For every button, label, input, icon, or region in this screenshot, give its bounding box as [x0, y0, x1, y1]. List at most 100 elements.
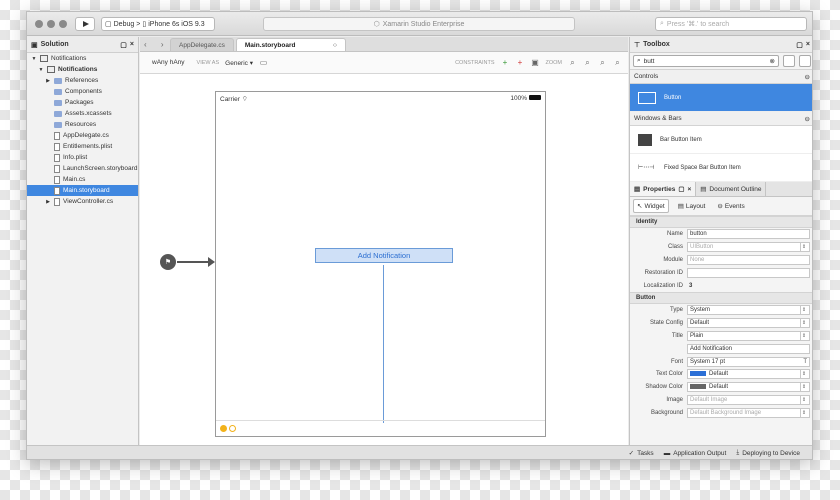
list-view-toggle[interactable] — [783, 55, 795, 67]
tree-item[interactable]: AppDelegate.cs — [27, 130, 138, 141]
pad-options-icon[interactable]: ▢ — [678, 185, 684, 193]
property-value-field[interactable]: System 17 pt T — [687, 356, 810, 367]
dropdown-arrow-icon[interactable]: ⇕ — [800, 383, 807, 392]
subtab-events[interactable]: ⊖ Events — [714, 200, 747, 212]
property-row: Class UIButton ⇕ — [630, 241, 812, 254]
property-value-field[interactable]: None — [687, 254, 810, 265]
collapse-icon[interactable]: ⊖ — [805, 73, 810, 81]
property-value-field[interactable]: Default Image ⇕ — [687, 394, 810, 405]
toolbox-item-bar-button-item[interactable]: Bar Button Item — [630, 126, 812, 154]
button-group-header[interactable]: Button — [630, 291, 812, 304]
nav-back-forward-icons[interactable]: ‹ › — [144, 40, 170, 49]
property-value-field[interactable]: button — [687, 229, 810, 240]
dropdown-arrow-icon[interactable]: ⇕ — [800, 408, 807, 417]
tree-item[interactable]: Info.plist — [27, 152, 138, 163]
toolbox-section-windows-bars[interactable]: Windows & Bars ⊖ — [630, 112, 812, 126]
toolbox-search-input[interactable]: ⌕ butt ⊗ — [633, 55, 779, 67]
zoom-out-icon[interactable]: ⌕ — [583, 58, 592, 67]
grid-view-toggle[interactable] — [799, 55, 811, 67]
property-value-field[interactable]: Default ⇕ — [687, 318, 810, 329]
tree-item[interactable]: Main.storyboard — [27, 185, 138, 196]
tree-item-label: Main.storyboard — [63, 187, 110, 194]
expander-icon[interactable]: ▼ — [38, 67, 44, 73]
pad-close-icon[interactable]: × — [806, 41, 810, 48]
view-controller-icon[interactable] — [220, 425, 227, 432]
font-picker-icon[interactable]: T — [803, 359, 807, 365]
tree-item[interactable]: Main.cs — [27, 174, 138, 185]
property-value-field[interactable] — [687, 267, 810, 278]
size-class-selector[interactable]: wAny hAny — [152, 59, 185, 66]
orientation-icon[interactable]: ▭ — [259, 58, 268, 67]
tree-item[interactable]: Packages — [27, 97, 138, 108]
update-frames-icon[interactable]: ▣ — [531, 58, 540, 67]
toolbox-item-button[interactable]: Button — [630, 84, 812, 112]
add-notification-button[interactable]: Add Notification — [315, 248, 453, 263]
expander-icon[interactable]: ▼ — [31, 56, 37, 62]
close-window-button[interactable] — [35, 20, 43, 28]
minimize-window-button[interactable] — [47, 20, 55, 28]
toolbox-section-controls[interactable]: Controls ⊖ — [630, 70, 812, 84]
tab-document-outline[interactable]: ▤ Document Outline — [696, 182, 767, 196]
expander-icon[interactable]: ▶ — [45, 78, 51, 84]
dropdown-arrow-icon[interactable]: ⇕ — [800, 395, 807, 404]
view-as-value: Generic — [225, 59, 248, 67]
add-constraints-icon[interactable]: + — [501, 58, 510, 67]
property-value-field[interactable]: UIButton ⇕ — [687, 242, 810, 253]
zoom-window-button[interactable] — [59, 20, 67, 28]
expander-icon[interactable]: ▶ — [45, 199, 51, 205]
zoom-in-icon[interactable]: ⌕ — [598, 58, 607, 67]
property-value-field[interactable]: Default Background Image ⇕ — [687, 407, 810, 418]
tab-appdelegate[interactable]: AppDelegate.cs — [170, 38, 234, 51]
pad-options-icon[interactable]: ▢ — [796, 41, 803, 49]
tab-properties[interactable]: ▤ Properties ▢ × — [630, 182, 697, 196]
subtab-layout[interactable]: ▤ Layout — [675, 200, 709, 212]
property-value-field[interactable]: Default ⇕ — [687, 369, 810, 380]
events-icon: ⊖ — [717, 203, 723, 210]
tree-item[interactable]: Resources — [27, 119, 138, 130]
view-controller-scene[interactable]: Carrier ⌔ 100% Add Notification — [215, 91, 546, 437]
global-search-input[interactable]: ⌕ Press '⌘.' to search — [655, 17, 807, 31]
run-configuration-selector[interactable]: ▢ Debug > ▯ iPhone 6s iOS 9.3 — [101, 17, 215, 31]
collapse-icon[interactable]: ⊖ — [805, 115, 810, 123]
view-as-selector[interactable]: Generic ▾ — [225, 59, 253, 67]
clear-search-icon[interactable]: ⊗ — [770, 57, 775, 65]
zoom-actual-icon[interactable]: ⌕ — [613, 58, 622, 67]
tree-item[interactable]: ▶ ViewController.cs — [27, 196, 138, 207]
tab-main-storyboard[interactable]: Main.storyboard ○ — [235, 38, 346, 51]
tree-item[interactable]: Entitlements.plist — [27, 141, 138, 152]
pad-close-icon[interactable]: × — [130, 41, 134, 48]
property-value-field[interactable]: Default ⇕ — [687, 382, 810, 393]
stepper-icon[interactable]: ⇕ — [800, 331, 807, 340]
pad-close-icon[interactable]: × — [687, 186, 691, 193]
tree-item[interactable]: Components — [27, 86, 138, 97]
stepper-icon[interactable]: ⇕ — [800, 306, 807, 315]
property-value-field[interactable]: Add Notification — [687, 343, 810, 354]
tree-item[interactable]: LaunchScreen.storyboard — [27, 163, 138, 174]
tree-item[interactable]: ▼ Notifications — [27, 53, 138, 64]
tab-close-icon[interactable]: ○ — [333, 42, 337, 49]
exit-icon[interactable] — [229, 425, 236, 432]
remove-constraints-icon[interactable]: + — [516, 58, 525, 67]
property-label: Restoration ID — [644, 269, 683, 276]
deploying-status[interactable]: ⤓ Deploying to Device — [736, 449, 800, 457]
application-output-button[interactable]: ▬ Application Output — [664, 450, 727, 457]
zoom-fit-icon[interactable]: ⌕ — [568, 58, 577, 67]
tree-item[interactable]: ▼ Notifications — [27, 64, 138, 75]
dropdown-arrow-icon[interactable]: ⇕ — [800, 370, 807, 379]
initial-view-controller-icon[interactable]: ⚑ — [160, 254, 176, 270]
identity-group-header[interactable]: Identity — [630, 216, 812, 228]
storyboard-canvas[interactable]: ⚑ Carrier ⌔ 100% Add Notification — [140, 74, 628, 445]
run-button[interactable] — [75, 17, 95, 31]
battery-percent: 100% — [510, 94, 527, 102]
toolbox-item-fixed-space[interactable]: ⊢⋯⊣ Fixed Space Bar Button Item — [630, 154, 812, 182]
subtab-widget[interactable]: ↖ Widget — [633, 199, 669, 213]
pad-options-icon[interactable]: ▢ — [120, 41, 127, 49]
property-value-field[interactable]: System ⇕ — [687, 305, 810, 316]
tasks-pad-button[interactable]: ✓ Tasks — [629, 449, 654, 458]
dropdown-arrow-icon[interactable]: ⇕ — [800, 243, 807, 252]
tree-item[interactable]: Assets.xcassets — [27, 108, 138, 119]
stepper-icon[interactable]: ⇕ — [800, 319, 807, 328]
property-row: Restoration ID — [630, 266, 812, 279]
tree-item[interactable]: ▶ References — [27, 75, 138, 86]
property-value-field[interactable]: Plain ⇕ — [687, 330, 810, 341]
